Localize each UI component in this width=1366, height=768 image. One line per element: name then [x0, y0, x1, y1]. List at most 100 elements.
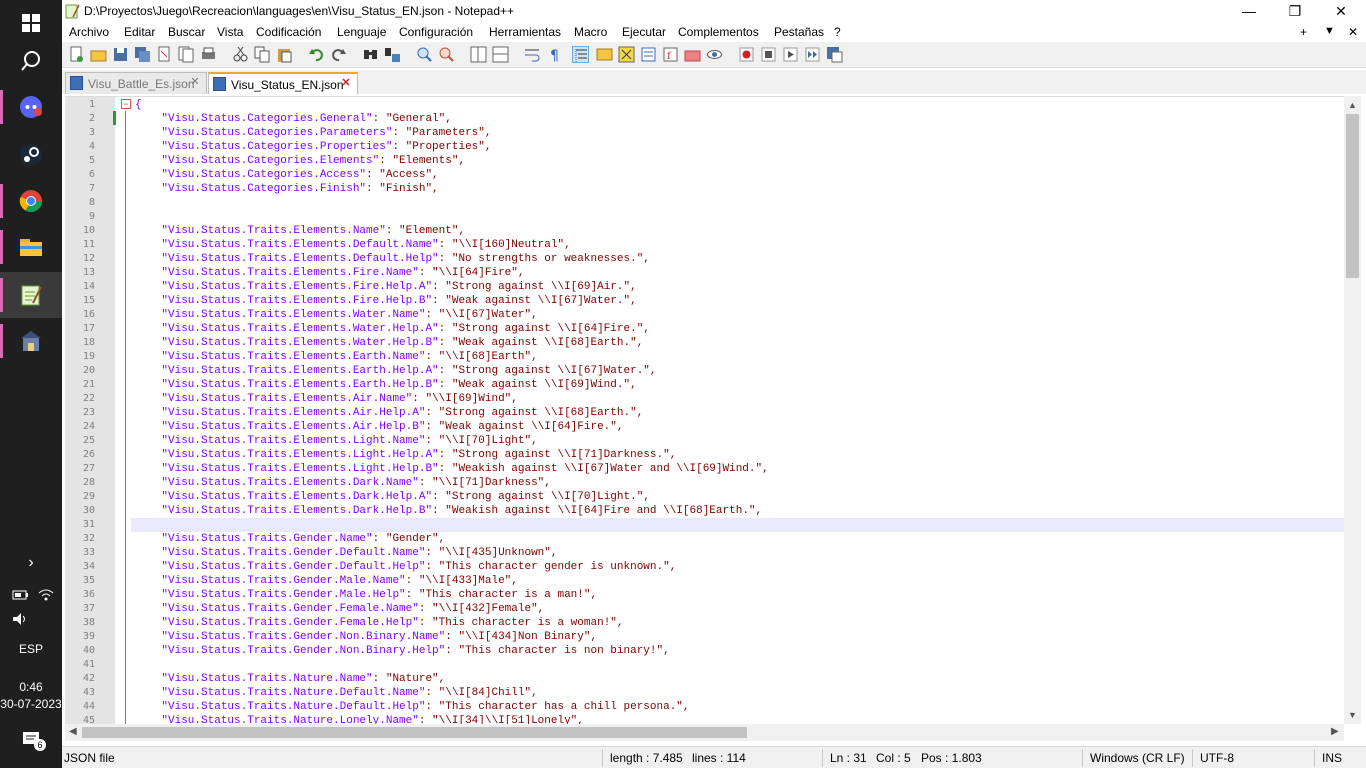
line-number[interactable]: 2: [65, 113, 95, 124]
line-number[interactable]: 10: [65, 225, 95, 236]
line-number[interactable]: 22: [65, 393, 95, 404]
close-button[interactable]: ✕: [1318, 0, 1364, 22]
code-line[interactable]: "Visu.Status.Traits.Elements.Earth.Help.…: [135, 378, 1345, 392]
menu-complementos[interactable]: Complementos: [678, 25, 759, 39]
tab-visu-status-en[interactable]: Visu_Status_EN.json ✕: [208, 72, 358, 94]
input-language[interactable]: ESP: [0, 642, 62, 656]
line-number[interactable]: 45: [65, 715, 95, 724]
code-line[interactable]: "Visu.Status.Traits.Gender.Male.Help": "…: [135, 588, 1345, 602]
line-number[interactable]: 34: [65, 561, 95, 572]
line-number[interactable]: 9: [65, 211, 95, 222]
sync-vertical-icon[interactable]: [470, 46, 487, 63]
undo-icon[interactable]: [308, 46, 325, 63]
code-line[interactable]: "Visu.Status.Categories.General": "Gener…: [135, 112, 1345, 126]
show-hidden-icons-button[interactable]: ›: [0, 548, 62, 578]
macro-save-icon[interactable]: [826, 46, 843, 63]
status-encoding[interactable]: UTF-8: [1200, 751, 1234, 765]
language-icon[interactable]: [596, 46, 613, 63]
code-line[interactable]: [135, 210, 1345, 224]
code-line[interactable]: "Visu.Status.Traits.Elements.Dark.Help.B…: [135, 504, 1345, 518]
vertical-scrollbar[interactable]: ▲ ▼: [1344, 96, 1361, 724]
line-number[interactable]: 27: [65, 463, 95, 474]
horizontal-scroll-thumb[interactable]: [82, 727, 747, 738]
status-eol[interactable]: Windows (CR LF): [1090, 751, 1185, 765]
taskbar-app-discord[interactable]: [0, 84, 62, 130]
code-line[interactable]: [135, 196, 1345, 210]
search-button[interactable]: [0, 38, 62, 84]
status-ln[interactable]: Ln : 31: [830, 751, 867, 765]
line-number[interactable]: 42: [65, 673, 95, 684]
indent-guide-icon[interactable]: [572, 46, 589, 63]
line-number[interactable]: 41: [65, 659, 95, 670]
line-number[interactable]: 40: [65, 645, 95, 656]
code-line[interactable]: [135, 518, 1345, 532]
code-line[interactable]: "Visu.Status.Categories.Elements": "Elem…: [135, 154, 1345, 168]
macro-run-multiple-icon[interactable]: [804, 46, 821, 63]
zoom-out-icon[interactable]: [438, 46, 455, 63]
code-line[interactable]: "Visu.Status.Traits.Gender.Female.Name":…: [135, 602, 1345, 616]
open-file-icon[interactable]: [90, 46, 107, 63]
doc-list-icon[interactable]: [640, 46, 657, 63]
line-number[interactable]: 33: [65, 547, 95, 558]
code-line[interactable]: "Visu.Status.Categories.Properties": "Pr…: [135, 140, 1345, 154]
code-line[interactable]: "Visu.Status.Traits.Gender.Default.Name"…: [135, 546, 1345, 560]
code-line[interactable]: "Visu.Status.Traits.Elements.Light.Help.…: [135, 462, 1345, 476]
menu-help[interactable]: ?: [834, 25, 841, 39]
line-number[interactable]: 12: [65, 253, 95, 264]
horizontal-scrollbar[interactable]: ◀ ▶: [65, 724, 1344, 741]
code-line[interactable]: "Visu.Status.Traits.Elements.Fire.Name":…: [135, 266, 1345, 280]
code-line[interactable]: "Visu.Status.Traits.Elements.Air.Name": …: [135, 392, 1345, 406]
code-line[interactable]: "Visu.Status.Traits.Elements.Earth.Help.…: [135, 364, 1345, 378]
status-insert-mode[interactable]: INS: [1322, 751, 1342, 765]
code-line[interactable]: "Visu.Status.Traits.Elements.Water.Name"…: [135, 308, 1345, 322]
status-pos[interactable]: Pos : 1.803: [921, 751, 982, 765]
folder-as-workspace-icon[interactable]: [684, 46, 701, 63]
scroll-left-icon[interactable]: ◀: [69, 726, 77, 737]
status-col[interactable]: Col : 5: [876, 751, 911, 765]
line-number[interactable]: 20: [65, 365, 95, 376]
line-number[interactable]: 24: [65, 421, 95, 432]
redo-icon[interactable]: [330, 46, 347, 63]
line-number[interactable]: 5: [65, 155, 95, 166]
title-bar[interactable]: D:\Proyectos\Juego\Recreacion\languages\…: [62, 0, 1366, 22]
code-line[interactable]: [135, 658, 1345, 672]
menu-codificacion[interactable]: Codificación: [256, 25, 321, 39]
menu-ejecutar[interactable]: Ejecutar: [622, 25, 666, 39]
code-line[interactable]: "Visu.Status.Traits.Gender.Name": "Gende…: [135, 532, 1345, 546]
line-number[interactable]: 23: [65, 407, 95, 418]
menu-archivo[interactable]: Archivo: [69, 25, 109, 39]
fold-collapse-icon[interactable]: −: [121, 99, 131, 109]
close-all-icon[interactable]: [178, 46, 195, 63]
scroll-up-icon[interactable]: ▲: [1348, 100, 1357, 110]
code-line[interactable]: {: [135, 98, 1345, 112]
line-number[interactable]: 21: [65, 379, 95, 390]
line-number[interactable]: 11: [65, 239, 95, 250]
tab-visu-battle-es[interactable]: Visu_Battle_Es.json ✕: [65, 72, 207, 94]
code-line[interactable]: "Visu.Status.Traits.Elements.Fire.Help.B…: [135, 294, 1345, 308]
line-number[interactable]: 13: [65, 267, 95, 278]
macro-record-icon[interactable]: [738, 46, 755, 63]
cut-icon[interactable]: [232, 46, 249, 63]
taskbar-app-steam[interactable]: [0, 132, 62, 178]
line-number[interactable]: 28: [65, 477, 95, 488]
macro-stop-icon[interactable]: [760, 46, 777, 63]
code-line[interactable]: "Visu.Status.Traits.Elements.Fire.Help.A…: [135, 280, 1345, 294]
code-line[interactable]: "Visu.Status.Categories.Finish": "Finish…: [135, 182, 1345, 196]
code-line[interactable]: "Visu.Status.Traits.Elements.Earth.Name"…: [135, 350, 1345, 364]
tab-close-icon[interactable]: ✕: [340, 78, 352, 90]
code-line[interactable]: "Visu.Status.Traits.Elements.Light.Name"…: [135, 434, 1345, 448]
notification-center-button[interactable]: 6: [22, 730, 46, 755]
code-line[interactable]: "Visu.Status.Traits.Gender.Non.Binary.Na…: [135, 630, 1345, 644]
code-line[interactable]: "Visu.Status.Traits.Elements.Dark.Help.A…: [135, 490, 1345, 504]
clock-time[interactable]: 0:46: [0, 680, 62, 694]
tab-list-button[interactable]: ▼: [1324, 25, 1335, 37]
line-number[interactable]: 26: [65, 449, 95, 460]
fold-margin[interactable]: [115, 97, 131, 724]
menu-macro[interactable]: Macro: [574, 25, 607, 39]
print-icon[interactable]: [200, 46, 217, 63]
taskbar-app-chrome[interactable]: [0, 178, 62, 224]
code-line[interactable]: "Visu.Status.Traits.Elements.Default.Hel…: [135, 252, 1345, 266]
line-number[interactable]: 1: [65, 99, 95, 110]
code-line[interactable]: "Visu.Status.Traits.Nature.Default.Help"…: [135, 700, 1345, 714]
line-number[interactable]: 36: [65, 589, 95, 600]
